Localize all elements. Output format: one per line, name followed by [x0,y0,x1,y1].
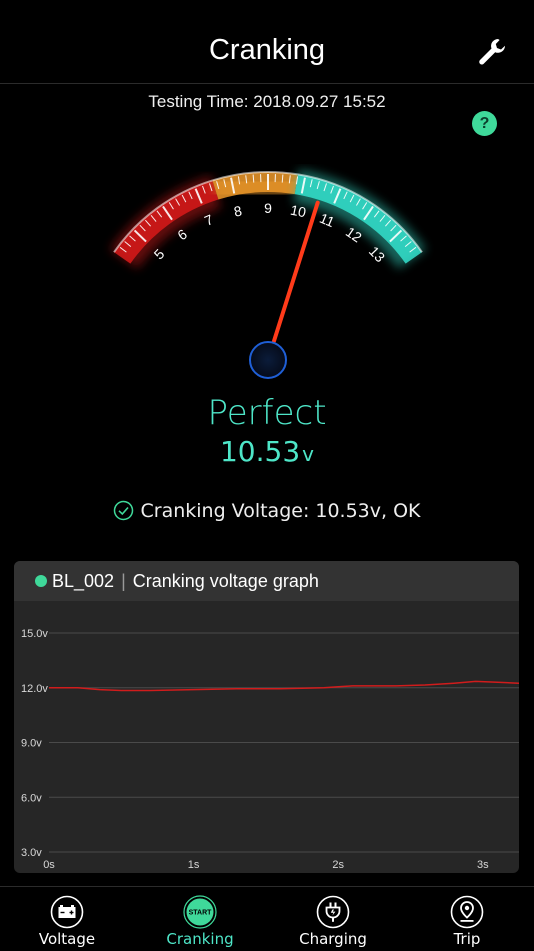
start-icon: START [183,895,217,929]
top-bar: Cranking [0,0,534,84]
gauge-tick-label: 5 [151,246,168,263]
tab-cranking-label: Cranking [133,930,267,948]
graph-title: BL_002 | Cranking voltage graph [52,571,319,592]
voltage-series-line [49,681,519,690]
gauge-tick-label: 9 [264,200,272,216]
tab-cranking[interactable]: START Cranking [133,887,267,951]
device-name: BL_002 [52,571,114,591]
voltage-graph-card: BL_002 | Cranking voltage graph 15.0v 12.0v… [14,561,519,873]
gauge-hub [250,342,286,378]
map-pin-icon [450,895,484,929]
title-separator: | [121,571,126,591]
start-icon-text: START [189,910,213,917]
connection-dot-icon [35,575,47,587]
bottom-tab-bar: Voltage START Cranking Charging Trip [0,886,534,951]
voltage-line-chart: 15.0v 12.0v 9.0v 6.0v 3.0v0s 1s 2s 3s [14,601,519,873]
page-title: Cranking [0,34,534,67]
tab-trip-label: Trip [400,930,534,948]
x-tick-label: 3s [477,859,489,871]
tab-charging-label: Charging [266,930,400,948]
voltage-gauge: 5678910111213 [0,120,534,400]
battery-icon [50,895,84,929]
result-text: Cranking Voltage: 10.53v, OK [140,500,420,522]
y-tick-label: 12.0v [21,683,48,695]
check-circle-icon [113,500,134,526]
graph-header: BL_002 | Cranking voltage graph [14,561,519,601]
graph-title-text: Cranking voltage graph [133,571,319,591]
x-tick-label: 2s [332,859,344,871]
gauge-needle [274,203,318,341]
y-tick-label: 6.0v [21,792,42,804]
tab-charging[interactable]: Charging [266,887,400,951]
wrench-icon[interactable] [476,36,508,68]
tab-voltage[interactable]: Voltage [0,887,134,951]
gauge-minor-tick [282,175,283,183]
tab-trip[interactable]: Trip [400,887,534,951]
voltage-value: 10.53 [220,435,300,468]
x-tick-label: 1s [188,859,200,871]
y-tick-label: 3.0v [21,847,42,859]
result-message: Cranking Voltage: 10.53v, OK [0,500,534,526]
voltage-unit: v [302,442,314,466]
voltage-reading: 10.53v [0,435,534,468]
x-tick-label: 0s [43,859,55,871]
gauge-tick-label: 8 [232,202,243,219]
plug-icon [316,895,350,929]
y-tick-label: 9.0v [21,738,42,750]
gauge-tick-label: 6 [174,226,190,244]
tab-voltage-label: Voltage [0,930,134,948]
gauge-zone-orange [215,182,296,190]
y-tick-label: 15.0v [21,628,48,640]
status-label: Perfect [0,393,534,433]
gauge-tick-label: 10 [289,202,308,221]
testing-time: Testing Time: 2018.09.27 15:52 [0,92,534,112]
gauge-minor-tick [253,175,254,183]
gauge-tick-label: 7 [202,211,216,229]
